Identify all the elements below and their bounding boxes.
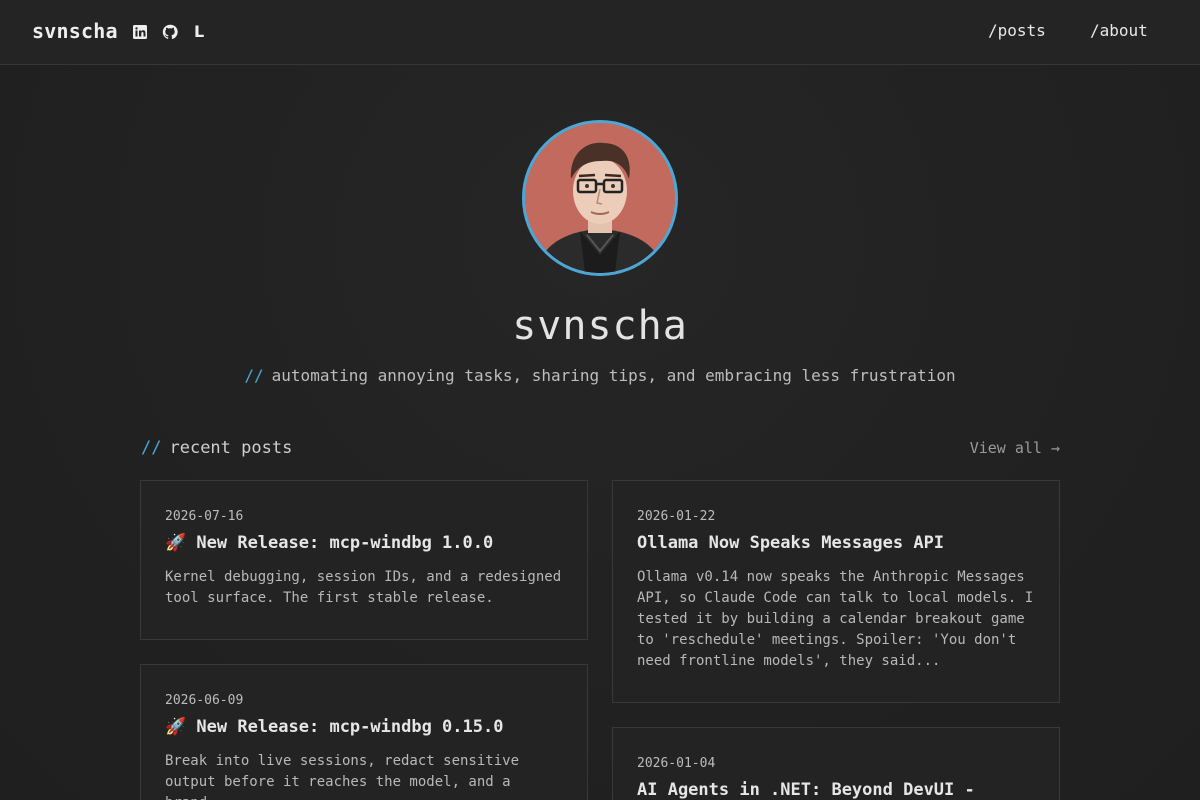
post-date: 2026-06-09 [165,693,244,708]
post-title[interactable]: AI Agents in .NET: Beyond DevUI - [637,780,1035,800]
linkedin-icon[interactable] [132,24,148,40]
post-date: 2026-01-22 [637,509,716,524]
post-card[interactable]: 2026-06-09 🚀 New Release: mcp-windbg 0.1… [140,664,588,800]
recent-posts-label: recent posts [169,438,293,458]
comment-slashes: // [244,366,264,385]
nav-about[interactable]: /about [1090,21,1148,40]
tagline-text: automating annoying tasks, sharing tips,… [271,366,956,385]
post-card[interactable]: 2026-01-22 Ollama Now Speaks Messages AP… [612,480,1060,703]
post-title[interactable]: 🚀 New Release: mcp-windbg 1.0.0 [165,533,563,553]
avatar-illustration [525,123,675,273]
brand-link[interactable]: svnscha [32,19,118,43]
post-description: Ollama v0.14 now speaks the Anthropic Me… [637,569,1034,669]
avatar [522,120,678,276]
github-icon[interactable] [162,24,178,40]
site-header: svnscha L /posts /about [0,0,1200,65]
post-card[interactable]: 2026-01-04 AI Agents in .NET: Beyond Dev… [612,727,1060,800]
recent-posts-heading: // recent posts [141,438,292,458]
post-date: 2026-07-16 [165,509,244,524]
post-card[interactable]: 2026-07-16 🚀 New Release: mcp-windbg 1.0… [140,480,588,640]
post-description: Kernel debugging, session IDs, and a red… [165,569,562,606]
site-title: svnscha [512,303,688,349]
nav-posts[interactable]: /posts [988,21,1046,40]
lobsters-icon[interactable]: L [194,22,208,41]
post-title[interactable]: Ollama Now Speaks Messages API [637,533,1035,553]
comment-slashes: // [141,438,162,458]
tagline: // automating annoying tasks, sharing tip… [0,366,1200,385]
post-description: Break into live sessions, redact sensiti… [165,753,520,800]
post-date: 2026-01-04 [637,756,716,771]
post-title[interactable]: 🚀 New Release: mcp-windbg 0.15.0 [165,717,563,737]
view-all-link[interactable]: View all → [970,439,1060,457]
